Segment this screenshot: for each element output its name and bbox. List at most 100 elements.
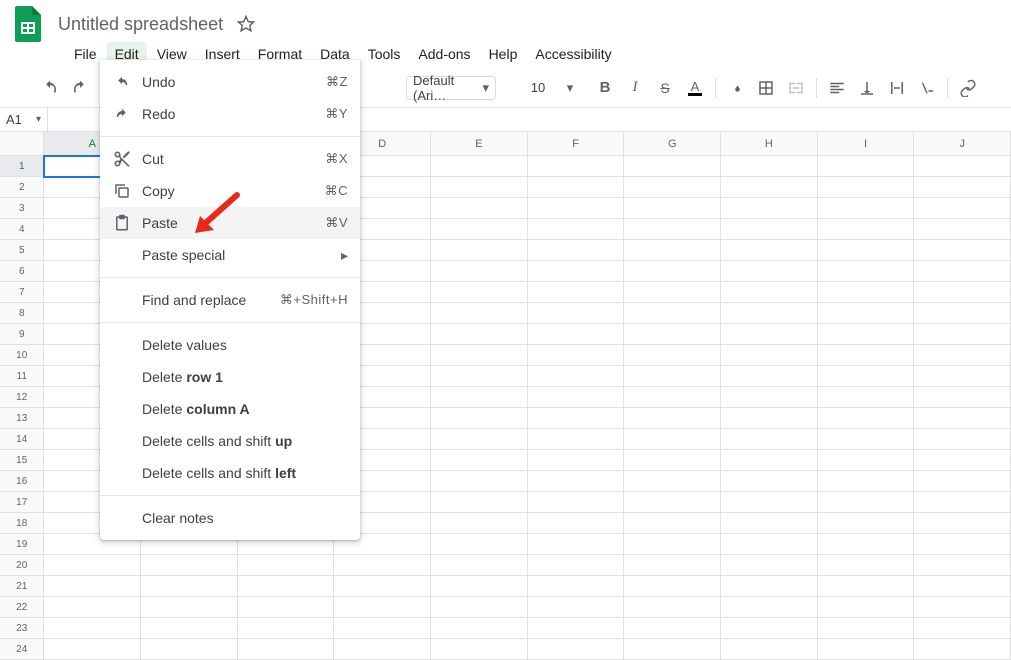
cell[interactable] bbox=[624, 513, 721, 534]
cell[interactable] bbox=[721, 618, 818, 639]
cell[interactable] bbox=[721, 345, 818, 366]
cell[interactable] bbox=[721, 534, 818, 555]
cell[interactable] bbox=[624, 261, 721, 282]
cell[interactable] bbox=[721, 513, 818, 534]
row-header[interactable]: 23 bbox=[0, 618, 44, 639]
cell[interactable] bbox=[528, 240, 625, 261]
menu-item-cut[interactable]: Cut⌘X bbox=[100, 143, 360, 175]
cell[interactable] bbox=[238, 618, 335, 639]
cell[interactable] bbox=[431, 618, 528, 639]
cell[interactable] bbox=[528, 303, 625, 324]
cell[interactable] bbox=[431, 219, 528, 240]
cell[interactable] bbox=[818, 576, 915, 597]
cell[interactable] bbox=[914, 219, 1011, 240]
cell[interactable] bbox=[528, 156, 625, 177]
cell[interactable] bbox=[721, 492, 818, 513]
cell[interactable] bbox=[528, 597, 625, 618]
cell[interactable] bbox=[914, 387, 1011, 408]
cell[interactable] bbox=[818, 282, 915, 303]
row-header[interactable]: 9 bbox=[0, 324, 44, 345]
cell[interactable] bbox=[914, 303, 1011, 324]
cell[interactable] bbox=[624, 240, 721, 261]
italic-icon[interactable]: I bbox=[621, 74, 649, 102]
cell[interactable] bbox=[914, 345, 1011, 366]
cell[interactable] bbox=[238, 576, 335, 597]
cell[interactable] bbox=[528, 408, 625, 429]
cell[interactable] bbox=[818, 303, 915, 324]
cell[interactable] bbox=[431, 450, 528, 471]
font-size[interactable]: 10 bbox=[520, 80, 556, 95]
cell[interactable] bbox=[818, 240, 915, 261]
menu-item-clear-notes[interactable]: Clear notes bbox=[100, 502, 360, 534]
cell[interactable] bbox=[914, 282, 1011, 303]
cell[interactable] bbox=[528, 177, 625, 198]
cell[interactable] bbox=[624, 303, 721, 324]
cell[interactable] bbox=[528, 261, 625, 282]
menu-item-paste-special[interactable]: Paste special▸ bbox=[100, 239, 360, 271]
row-header[interactable]: 10 bbox=[0, 345, 44, 366]
cell[interactable] bbox=[914, 408, 1011, 429]
cell[interactable] bbox=[914, 450, 1011, 471]
cell[interactable] bbox=[721, 219, 818, 240]
menu-item-delete-column-a[interactable]: Delete column A bbox=[100, 393, 360, 425]
row-header[interactable]: 14 bbox=[0, 429, 44, 450]
cell[interactable] bbox=[528, 198, 625, 219]
cell[interactable] bbox=[624, 534, 721, 555]
cell[interactable] bbox=[914, 177, 1011, 198]
bold-icon[interactable]: B bbox=[591, 74, 619, 102]
halign-icon[interactable] bbox=[823, 74, 851, 102]
cell[interactable] bbox=[528, 576, 625, 597]
cell[interactable] bbox=[238, 555, 335, 576]
undo-icon[interactable] bbox=[36, 74, 64, 102]
cell[interactable] bbox=[431, 408, 528, 429]
menu-accessibility[interactable]: Accessibility bbox=[527, 42, 619, 66]
cell[interactable] bbox=[528, 387, 625, 408]
cell[interactable] bbox=[624, 450, 721, 471]
col-header[interactable]: J bbox=[914, 132, 1011, 156]
row-header[interactable]: 8 bbox=[0, 303, 44, 324]
cell[interactable] bbox=[818, 156, 915, 177]
cell[interactable] bbox=[624, 408, 721, 429]
cell[interactable] bbox=[818, 177, 915, 198]
cell[interactable] bbox=[624, 492, 721, 513]
cell[interactable] bbox=[914, 492, 1011, 513]
cell[interactable] bbox=[528, 492, 625, 513]
cell[interactable] bbox=[721, 471, 818, 492]
cell[interactable] bbox=[721, 387, 818, 408]
cell[interactable] bbox=[914, 597, 1011, 618]
cell[interactable] bbox=[818, 534, 915, 555]
cell[interactable] bbox=[431, 555, 528, 576]
wrap-icon[interactable] bbox=[883, 74, 911, 102]
cell[interactable] bbox=[431, 177, 528, 198]
cell[interactable] bbox=[721, 555, 818, 576]
row-header[interactable]: 7 bbox=[0, 282, 44, 303]
cell[interactable] bbox=[721, 282, 818, 303]
cell[interactable] bbox=[528, 534, 625, 555]
cell[interactable] bbox=[914, 261, 1011, 282]
menu-add-ons[interactable]: Add-ons bbox=[410, 42, 478, 66]
col-header[interactable]: F bbox=[528, 132, 625, 156]
name-box[interactable]: A1▾ bbox=[0, 108, 48, 131]
cell[interactable] bbox=[721, 450, 818, 471]
cell[interactable] bbox=[721, 366, 818, 387]
cell[interactable] bbox=[624, 324, 721, 345]
row-header[interactable]: 21 bbox=[0, 576, 44, 597]
font-size-dec[interactable] bbox=[498, 74, 514, 102]
menu-tools[interactable]: Tools bbox=[360, 42, 409, 66]
cell[interactable] bbox=[431, 156, 528, 177]
cell[interactable] bbox=[624, 345, 721, 366]
cell[interactable] bbox=[528, 618, 625, 639]
cell[interactable] bbox=[624, 597, 721, 618]
menu-item-find-and-replace[interactable]: Find and replace⌘+Shift+H bbox=[100, 284, 360, 316]
cell[interactable] bbox=[431, 387, 528, 408]
cell[interactable] bbox=[528, 282, 625, 303]
cell[interactable] bbox=[721, 408, 818, 429]
menu-item-undo[interactable]: Undo⌘Z bbox=[100, 66, 360, 98]
cell[interactable] bbox=[624, 177, 721, 198]
row-header[interactable]: 22 bbox=[0, 597, 44, 618]
row-header[interactable]: 12 bbox=[0, 387, 44, 408]
cell[interactable] bbox=[624, 555, 721, 576]
cell[interactable] bbox=[141, 618, 238, 639]
cell[interactable] bbox=[431, 240, 528, 261]
cell[interactable] bbox=[624, 156, 721, 177]
